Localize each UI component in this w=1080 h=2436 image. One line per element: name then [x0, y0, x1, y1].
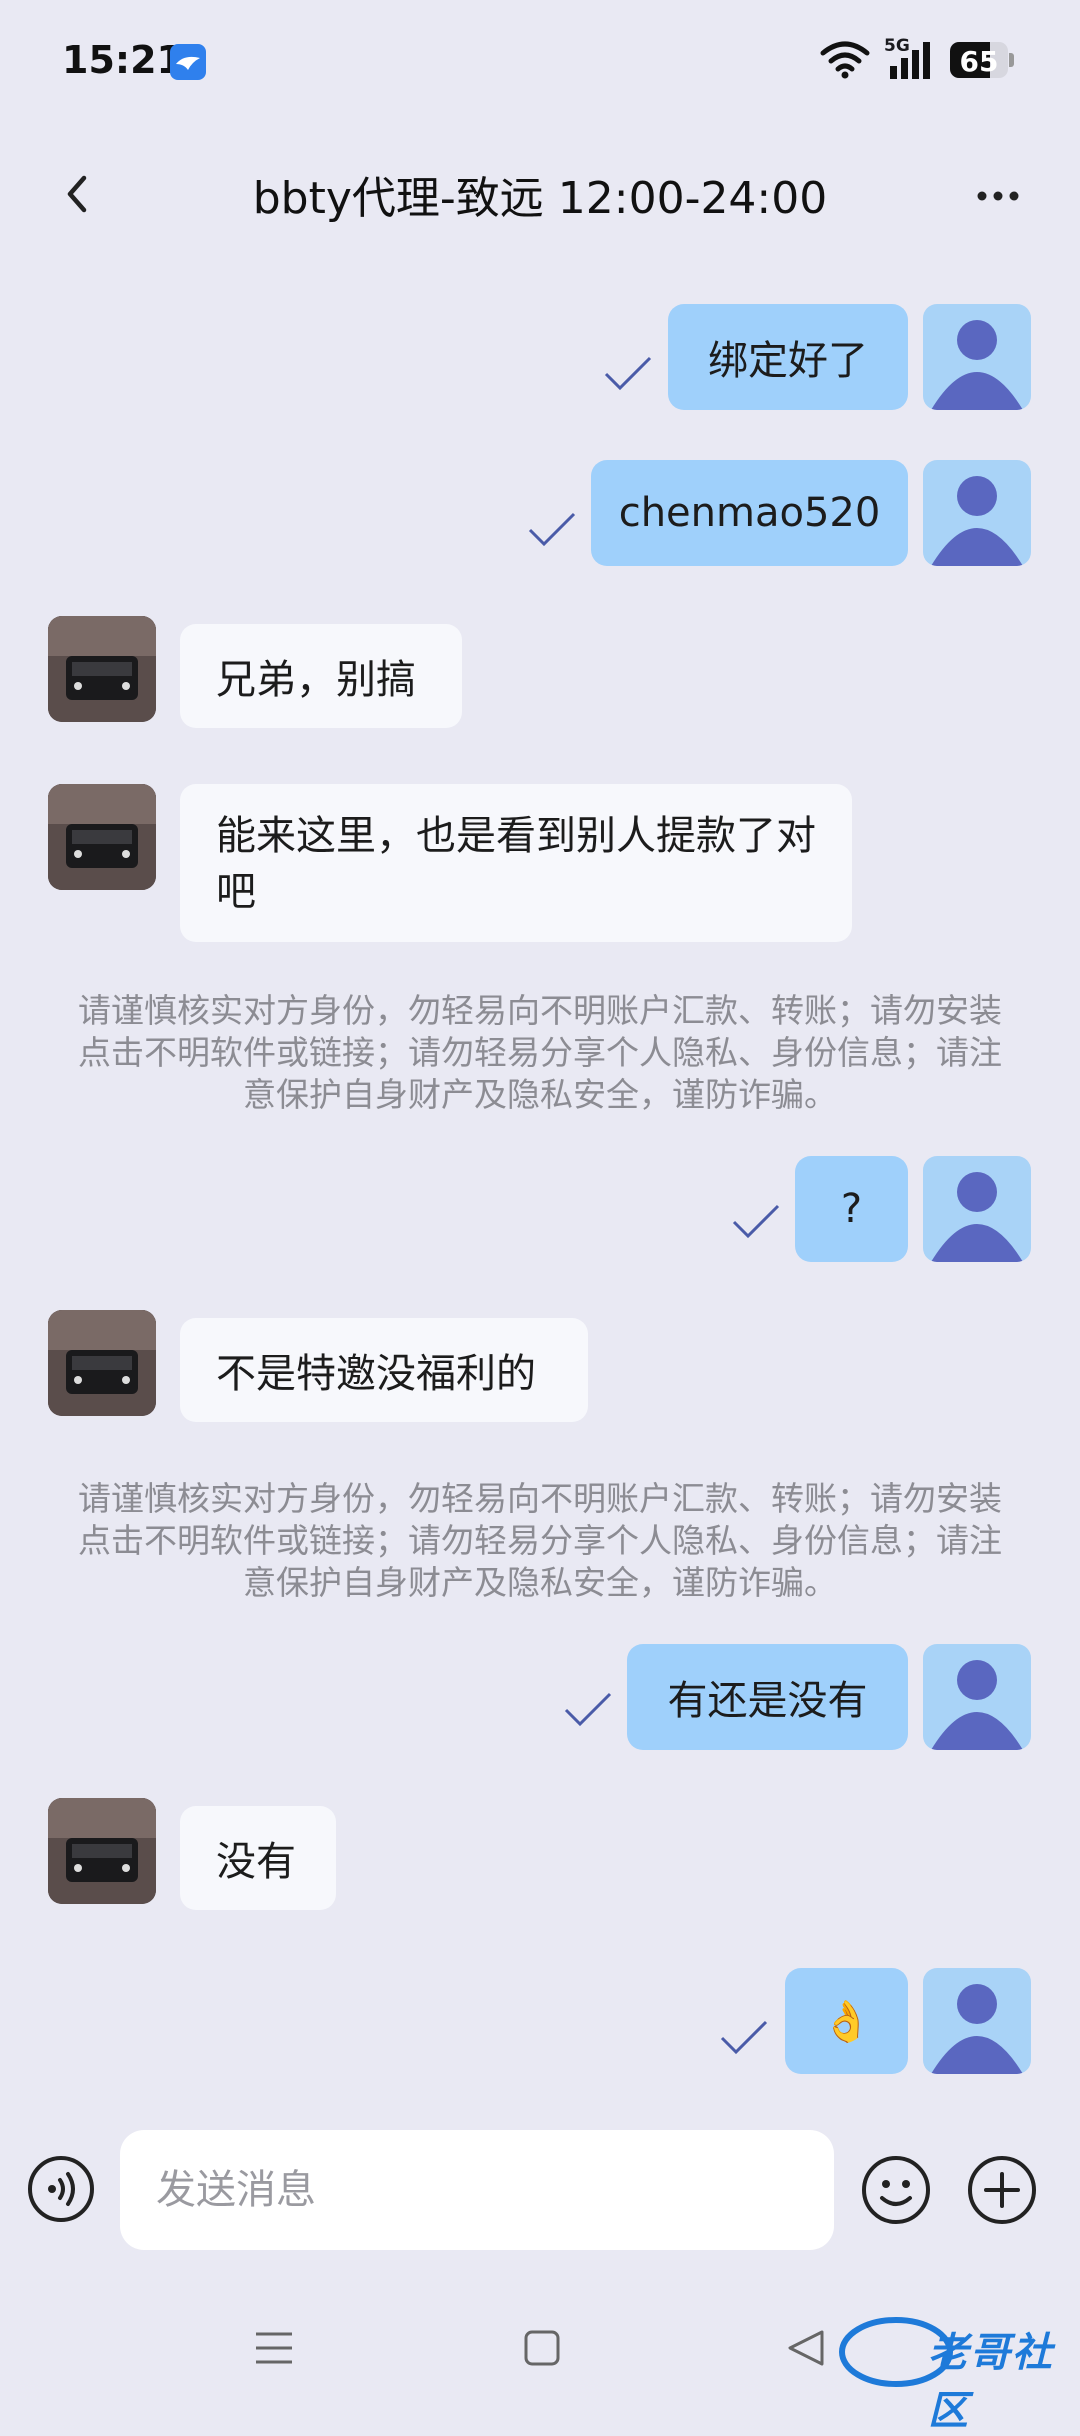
- message-outgoing[interactable]: 有还是没有: [627, 1644, 908, 1750]
- cellular-signal-icon: 5G: [884, 36, 936, 80]
- person-icon: [931, 320, 1023, 410]
- user-avatar[interactable]: [923, 1968, 1031, 2074]
- user-avatar[interactable]: [923, 1644, 1031, 1750]
- message-incoming[interactable]: 能来这里，也是看到别人提款了对吧: [180, 784, 852, 942]
- message-input[interactable]: [120, 2130, 834, 2250]
- read-check-icon: [564, 1692, 612, 1727]
- message-incoming[interactable]: 兄弟，别搞: [180, 624, 462, 728]
- wifi-icon: [820, 41, 870, 79]
- voice-icon: [28, 2156, 94, 2222]
- car-avatar-icon: [48, 616, 156, 722]
- system-navigation-bar: [0, 2300, 1080, 2412]
- home-square-icon: [524, 2330, 560, 2366]
- message-outgoing[interactable]: ?: [795, 1156, 908, 1262]
- more-actions-button[interactable]: [966, 2154, 1038, 2226]
- chat-title: bbty代理-致远 12:00-24:00: [252, 173, 828, 224]
- home-button[interactable]: [524, 2328, 560, 2368]
- contact-avatar[interactable]: [48, 616, 156, 722]
- person-icon: [931, 1984, 1023, 2074]
- message-outgoing-emoji[interactable]: 👌: [785, 1968, 908, 2074]
- emoji-button[interactable]: [860, 2154, 932, 2226]
- person-icon: [931, 1660, 1023, 1750]
- message-incoming[interactable]: 不是特邀没福利的: [180, 1318, 588, 1422]
- battery-icon: 65: [950, 42, 1014, 78]
- watermark-text: 老哥社区: [928, 2330, 1054, 2434]
- chat-header: bbty代理-致远 12:00-24:00: [0, 150, 1080, 240]
- car-avatar-icon: [48, 1798, 156, 1904]
- person-icon: [931, 1172, 1023, 1262]
- user-avatar[interactable]: [923, 1156, 1031, 1262]
- car-avatar-icon: [48, 784, 156, 890]
- user-avatar[interactable]: [923, 304, 1031, 410]
- triangle-back-icon: [788, 2330, 824, 2366]
- status-bar: 15:21 5G 65: [0, 0, 1080, 120]
- more-options-button[interactable]: [968, 166, 1028, 226]
- battery-level: 65: [959, 45, 999, 78]
- message-outgoing[interactable]: 绑定好了: [668, 304, 908, 410]
- safety-notice: 请谨慎核实对方身份，勿轻易向不明账户汇款、转账；请勿安装点击不明软件或链接；请勿…: [78, 1479, 1002, 1602]
- plus-circle-icon: [968, 2156, 1036, 2224]
- status-time: 15:21: [62, 38, 183, 82]
- read-check-icon: [604, 356, 652, 391]
- recent-apps-button[interactable]: [254, 2328, 294, 2368]
- contact-avatar[interactable]: [48, 1798, 156, 1904]
- menu-icon: [256, 2332, 292, 2364]
- car-avatar-icon: [48, 1310, 156, 1416]
- more-icon: [977, 191, 1019, 201]
- smiley-icon: [862, 2156, 930, 2224]
- contact-avatar[interactable]: [48, 784, 156, 890]
- safety-notice: 请谨慎核实对方身份，勿轻易向不明账户汇款、转账；请勿安装点击不明软件或链接；请勿…: [78, 991, 1002, 1114]
- read-check-icon: [720, 2020, 768, 2055]
- app-notification-icon: [170, 44, 206, 80]
- person-icon: [931, 476, 1023, 566]
- user-avatar[interactable]: [923, 460, 1031, 566]
- composer-bar: [0, 2100, 1080, 2280]
- status-icons: 5G 65: [820, 36, 1014, 80]
- message-incoming[interactable]: 没有: [180, 1806, 336, 1910]
- voice-input-button[interactable]: [26, 2154, 96, 2224]
- system-back-button[interactable]: [786, 2328, 826, 2368]
- read-check-icon: [528, 512, 576, 547]
- contact-avatar[interactable]: [48, 1310, 156, 1416]
- read-check-icon: [732, 1204, 780, 1239]
- message-outgoing[interactable]: chenmao520: [591, 460, 908, 566]
